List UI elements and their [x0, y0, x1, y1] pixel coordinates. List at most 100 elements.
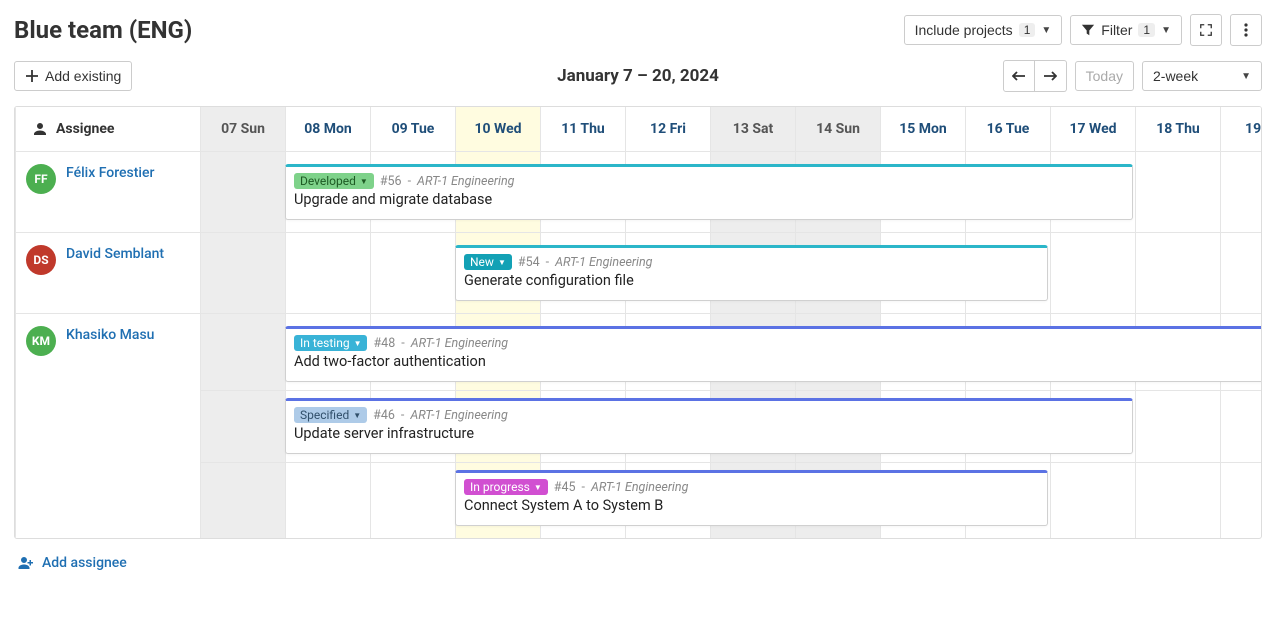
column-header-assignee-label: Assignee — [56, 121, 114, 137]
assignee-row: KM Khasiko Masu In testing ▼ #48 - ART-1 En… — [15, 313, 1261, 538]
page-title: Blue team (ENG) — [14, 16, 192, 44]
task-title: Add two-factor authentication — [294, 353, 1262, 370]
prev-range-button[interactable] — [1003, 60, 1035, 92]
separator-dash: - — [408, 174, 411, 189]
assignee-row: DS David Semblant New▼ #54 - ART-1 Enginee… — [15, 232, 1261, 313]
add-assignee-label: Add assignee — [42, 555, 127, 571]
timeline-cell[interactable] — [200, 233, 285, 313]
include-projects-count: 1 — [1019, 23, 1036, 37]
task-id: #56 — [380, 174, 402, 189]
timeline-cell[interactable] — [370, 233, 455, 313]
timeline-cell[interactable] — [200, 314, 285, 538]
avatar: KM — [26, 326, 56, 356]
task-id: #46 — [373, 408, 395, 423]
timeline-cell[interactable] — [1050, 233, 1135, 313]
avatar: FF — [26, 164, 56, 194]
task-card[interactable]: In progress ▼ #45 - ART-1 Engineering Conn… — [455, 470, 1048, 526]
task-card[interactable]: New▼ #54 - ART-1 Engineering Generate con… — [455, 245, 1048, 301]
task-project: ART-1 Engineering — [411, 336, 508, 351]
filter-dropdown[interactable]: Filter 1 ▼ — [1070, 15, 1182, 45]
task-project: ART-1 Engineering — [591, 480, 688, 495]
filter-count: 1 — [1138, 23, 1155, 37]
task-status-badge[interactable]: Developed ▼ — [294, 173, 374, 189]
range-select-label: 2-week — [1153, 68, 1198, 84]
column-header-day: 19 Fri — [1220, 107, 1262, 151]
add-existing-button[interactable]: Add existing — [14, 61, 132, 91]
task-status-badge[interactable]: Specified ▼ — [294, 407, 367, 423]
chevron-down-icon: ▼ — [534, 483, 542, 492]
column-header-day: 08 Mon — [285, 107, 370, 151]
timeline-board: Assignee 07 Sun08 Mon09 Tue10 Wed11 Thu1… — [14, 106, 1262, 539]
column-header-day: 14 Sun — [795, 107, 880, 151]
column-header-day: 07 Sun — [200, 107, 285, 151]
assignee-name-link[interactable]: Khasiko Masu — [66, 326, 154, 344]
add-assignee-button[interactable]: Add assignee — [18, 555, 127, 571]
separator-dash: - — [401, 408, 404, 423]
task-status-label: In testing — [300, 336, 350, 350]
task-title: Connect System A to System B — [464, 497, 1039, 514]
column-header-day: 17 Wed — [1050, 107, 1135, 151]
task-title: Generate configuration file — [464, 272, 1039, 289]
task-project: ART-1 Engineering — [417, 174, 514, 189]
task-project: ART-1 Engineering — [555, 255, 652, 270]
range-select-dropdown[interactable]: 2-week ▼ — [1142, 61, 1262, 91]
chevron-down-icon: ▼ — [354, 339, 362, 348]
funnel-icon — [1081, 23, 1095, 37]
timeline-cell[interactable] — [285, 233, 370, 313]
more-menu-button[interactable] — [1230, 14, 1262, 46]
assignee-row: FF Félix Forestier Developed ▼ #56 - ART-1 … — [15, 151, 1261, 232]
today-button[interactable]: Today — [1075, 61, 1134, 91]
task-title: Update server infrastructure — [294, 425, 1124, 442]
assignee-name-link[interactable]: David Semblant — [66, 245, 164, 263]
timeline-cell[interactable] — [1135, 152, 1220, 232]
task-status-label: Developed — [300, 174, 356, 188]
task-id: #45 — [554, 480, 576, 495]
separator-dash: - — [582, 480, 585, 495]
column-header-day: 16 Tue — [965, 107, 1050, 151]
next-range-button[interactable] — [1035, 60, 1067, 92]
task-status-badge[interactable]: New▼ — [464, 254, 512, 270]
task-card[interactable]: In testing ▼ #48 - ART-1 Engineering Add t… — [285, 326, 1262, 382]
timeline-cell[interactable] — [1220, 152, 1262, 232]
task-card[interactable]: Specified▼ #46 - ART-1 EngineeringUpdate… — [285, 398, 1133, 454]
task-id: #54 — [518, 255, 540, 270]
timeline-cell[interactable] — [1220, 233, 1262, 313]
column-header-day: 12 Fri — [625, 107, 710, 151]
task-card[interactable]: Developed ▼ #56 - ART-1 Engineering Upgrad… — [285, 164, 1133, 220]
chevron-down-icon: ▼ — [353, 411, 361, 420]
chevron-down-icon: ▼ — [1241, 71, 1251, 82]
task-status-badge[interactable]: In testing ▼ — [294, 335, 367, 351]
person-plus-icon — [18, 555, 34, 571]
date-range-title: January 7 – 20, 2024 — [557, 66, 719, 86]
fullscreen-button[interactable] — [1190, 14, 1222, 46]
task-status-label: In progress — [470, 480, 530, 494]
column-header-day: 13 Sat — [710, 107, 795, 151]
task-status-label: Specified — [300, 408, 349, 422]
chevron-down-icon: ▼ — [360, 177, 368, 186]
avatar: DS — [26, 245, 56, 275]
column-header-day: 15 Mon — [880, 107, 965, 151]
column-header-day: 09 Tue — [370, 107, 455, 151]
column-header-day: 10 Wed — [455, 107, 540, 151]
chevron-down-icon: ▼ — [1161, 25, 1171, 36]
separator-dash: - — [546, 255, 549, 270]
task-title: Upgrade and migrate database — [294, 191, 1124, 208]
column-header-day: 18 Thu — [1135, 107, 1220, 151]
add-existing-label: Add existing — [45, 68, 121, 84]
separator-dash: - — [401, 336, 404, 351]
column-header-assignee: Assignee — [15, 107, 200, 151]
assignee-name-link[interactable]: Félix Forestier — [66, 164, 154, 182]
include-projects-dropdown[interactable]: Include projects 1 ▼ — [904, 15, 1063, 45]
plus-icon — [25, 69, 39, 83]
person-icon — [32, 121, 48, 137]
filter-label: Filter — [1101, 22, 1132, 38]
task-status-badge[interactable]: In progress ▼ — [464, 479, 548, 495]
task-id: #48 — [373, 336, 395, 351]
chevron-down-icon: ▼ — [1041, 25, 1051, 36]
subrow-separator — [200, 390, 1261, 391]
subrow-separator — [200, 462, 1261, 463]
assignee-cell: FF Félix Forestier — [15, 152, 200, 232]
task-status-label: New — [470, 255, 494, 269]
timeline-cell[interactable] — [200, 152, 285, 232]
timeline-cell[interactable] — [1135, 233, 1220, 313]
